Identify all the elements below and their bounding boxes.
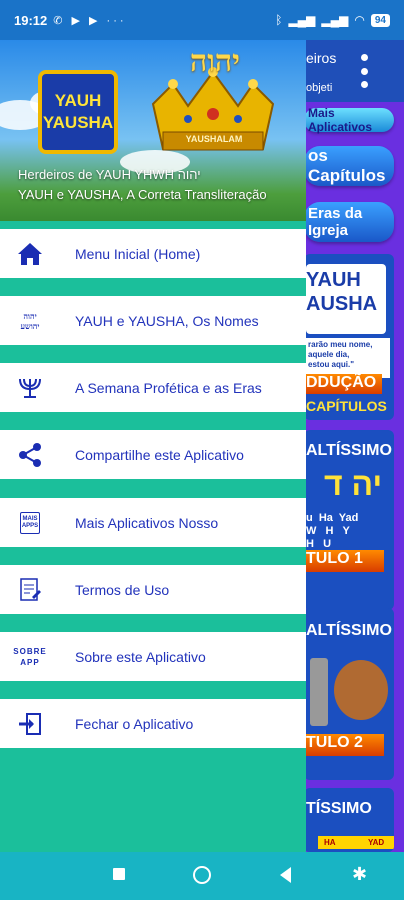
menu-item-names[interactable]: יהוה יהושע YAUH e YAUSHA, Os Nomes bbox=[0, 296, 306, 345]
battery-icon: 94 bbox=[370, 13, 390, 27]
status-right: ᛒ ▂▄▆ ▂▄▆ ◠ 94 bbox=[275, 13, 390, 27]
drawer-subtitle: YAUH e YAUSHA, A Correta Transliteração bbox=[18, 187, 267, 202]
tag-yad: YAD bbox=[362, 836, 394, 849]
back-icon[interactable] bbox=[280, 867, 291, 883]
accessibility-icon[interactable]: ✱ bbox=[352, 864, 367, 885]
recents-icon[interactable] bbox=[113, 868, 125, 880]
status-time: 19:12 bbox=[14, 12, 48, 28]
more-apps-pill[interactable]: Mais Aplicativos bbox=[304, 106, 394, 134]
intro-card-quote: rarão meu nome, aquele dia, estou aqui." bbox=[306, 338, 390, 378]
menu-item-label: Fechar o Aplicativo bbox=[75, 715, 194, 732]
menu-item-label: Compartilhe este Aplicativo bbox=[75, 446, 244, 463]
names-icon: יהוה יהושע bbox=[20, 310, 40, 331]
menu-item-label: Termos de Uso bbox=[75, 581, 170, 598]
menorah-icon bbox=[0, 363, 60, 412]
menu-item-home[interactable]: Menu Inicial (Home) bbox=[0, 229, 306, 278]
menu-item-prophetic-week[interactable]: A Semana Profética e as Eras bbox=[0, 363, 306, 412]
chapter1-card-title: ALTÍSSIMO bbox=[306, 442, 392, 459]
menu-item-label: Sobre este Aplicativo bbox=[75, 648, 206, 665]
chapter1-button[interactable]: TULO 1 bbox=[304, 550, 384, 572]
system-navigation-bar: ✱ bbox=[0, 852, 404, 900]
chapter3-card-title: TÍSSIMO bbox=[306, 800, 372, 817]
about-icon: SOBRE APP bbox=[13, 646, 47, 667]
chapter2-card-title: ALTÍSSIMO bbox=[306, 622, 392, 639]
menu-item-label: YAUH e YAUSHA, Os Nomes bbox=[75, 312, 259, 329]
intro-card-title: YAUH AUSHA bbox=[306, 264, 386, 334]
stone-tablet-image bbox=[310, 658, 328, 726]
signal-icon: ▂▄▆ bbox=[288, 13, 316, 27]
chapter3-card[interactable]: TÍSSIMO HA YAD bbox=[304, 788, 394, 852]
navigation-drawer: YAUH YAUSHA יהוה YAUSHALAM Herdeiros de … bbox=[0, 40, 306, 852]
share-icon bbox=[0, 430, 60, 479]
drawer-title: Herdeiros de YAUH YHWH יהוה bbox=[18, 167, 201, 182]
exit-icon bbox=[0, 699, 60, 748]
status-bar: 19:12 ✆ ▶ ▶ ··· ᛒ ▂▄▆ ▂▄▆ ◠ 94 bbox=[0, 0, 404, 40]
menu-item-terms[interactable]: Termos de Uso bbox=[0, 565, 306, 614]
header-title-fragment: eiros bbox=[306, 50, 337, 66]
overflow-menu-icon[interactable] bbox=[354, 54, 374, 88]
crown-band-text: YAUSHALAM bbox=[185, 134, 243, 144]
crown-hebrew-text: יהוה bbox=[189, 44, 241, 79]
menu-item-more-apps[interactable]: MAIS APPS Mais Aplicativos Nosso bbox=[0, 498, 306, 547]
clay-seal-image bbox=[334, 660, 388, 720]
home-icon bbox=[0, 229, 60, 278]
bluetooth-icon: ᛒ bbox=[275, 13, 283, 27]
chapter1-card[interactable]: ALTÍSSIMO יה ד u Ha Yad W H Y H U bbox=[304, 430, 394, 610]
yauh-yausha-logo: YAUH YAUSHA bbox=[38, 70, 118, 154]
menu-item-exit[interactable]: Fechar o Aplicativo bbox=[0, 699, 306, 748]
logo-line2: YAUSHA bbox=[42, 113, 114, 132]
hebrew-letters-icon: יה ד bbox=[324, 466, 383, 502]
intro-button[interactable]: DDUÇÃO bbox=[304, 374, 382, 394]
chapter2-button[interactable]: TULO 2 bbox=[304, 734, 384, 756]
chapter1-letters: u Ha Yad W H Y H U bbox=[306, 512, 359, 550]
menu-item-label: A Semana Profética e as Eras bbox=[75, 379, 262, 396]
terms-icon bbox=[0, 565, 60, 614]
eras-pill-label: Eras da Igreja bbox=[308, 205, 363, 239]
eras-pill[interactable]: Eras da Igreja bbox=[304, 202, 394, 242]
chapters-pill[interactable]: os Capítulos bbox=[304, 146, 394, 186]
header-subtitle-fragment: objeti bbox=[306, 82, 333, 94]
logo-line1: YAUH bbox=[54, 91, 102, 110]
menu-item-about[interactable]: SOBRE APP Sobre este Aplicativo bbox=[0, 632, 306, 681]
signal2-icon: ▂▄▆ bbox=[321, 13, 349, 27]
chapters-button[interactable]: CAPÍTULOS bbox=[304, 398, 390, 418]
wifi-icon: ◠ bbox=[354, 13, 365, 27]
intro-card[interactable]: YAUH AUSHA rarão meu nome, aquele dia, e… bbox=[304, 254, 394, 420]
menu-item-label: Menu Inicial (Home) bbox=[75, 245, 201, 262]
apps-icon: MAIS APPS bbox=[0, 498, 60, 547]
more-apps-pill-label: Mais Aplicativos bbox=[308, 106, 373, 134]
drawer-header: YAUH YAUSHA יהוה YAUSHALAM Herdeiros de … bbox=[0, 40, 306, 221]
menu-item-label: Mais Aplicativos Nosso bbox=[75, 514, 219, 531]
home-nav-icon[interactable] bbox=[193, 866, 211, 884]
crown-icon: יהוה YAUSHALAM bbox=[148, 44, 278, 164]
notification-icons: ✆ ▶ ▶ ··· bbox=[53, 14, 127, 27]
menu-item-share[interactable]: Compartilhe este Aplicativo bbox=[0, 430, 306, 479]
chapters-pill-label: os Capítulos bbox=[308, 146, 386, 185]
